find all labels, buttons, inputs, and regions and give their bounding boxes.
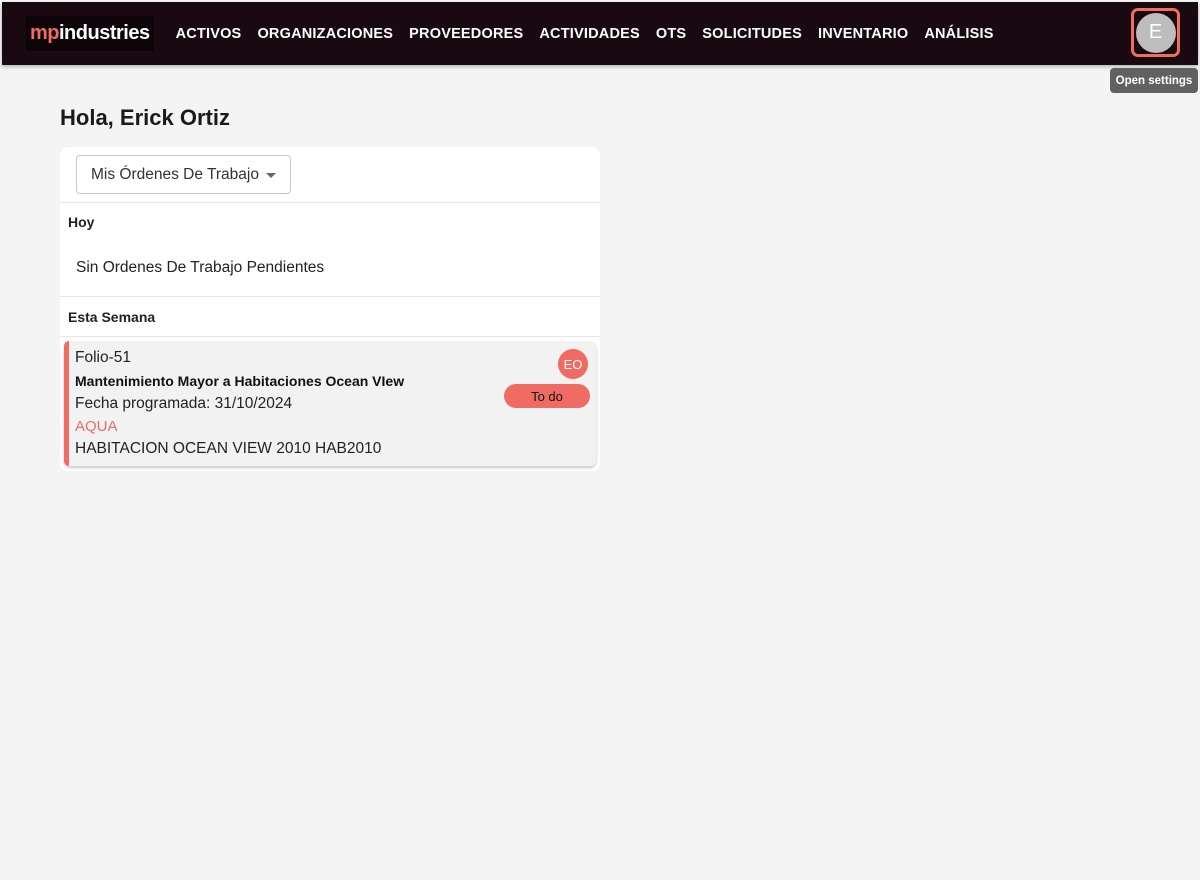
select-value: Mis Órdenes De Trabajo bbox=[91, 165, 259, 183]
caret-down-icon bbox=[266, 173, 276, 178]
work-order-scheduled-date: Fecha programada: 31/10/2024 bbox=[75, 395, 293, 412]
section-title-week: Esta Semana bbox=[68, 309, 156, 325]
status-badge: To do bbox=[504, 384, 590, 408]
work-order-filter-select[interactable]: Mis Órdenes De Trabajo bbox=[76, 155, 291, 194]
assignee-avatar: EO bbox=[558, 349, 588, 379]
work-order-title: Mantenimiento Mayor a Habitaciones Ocean… bbox=[75, 373, 405, 389]
nav-item-actividades[interactable]: ACTIVIDADES bbox=[539, 26, 640, 42]
top-app-bar: mp industries ACTIVOS ORGANIZACIONES PROV… bbox=[2, 2, 1198, 65]
main-nav: ACTIVOS ORGANIZACIONES PROVEEDORES ACTIV… bbox=[176, 26, 1010, 42]
nav-item-ots[interactable]: OTS bbox=[656, 26, 686, 42]
divider bbox=[60, 296, 600, 297]
divider bbox=[60, 336, 600, 337]
settings-tooltip: Open settings bbox=[1110, 68, 1198, 93]
nav-item-activos[interactable]: ACTIVOS bbox=[176, 26, 242, 42]
section-title-today: Hoy bbox=[68, 214, 95, 230]
nav-item-analisis[interactable]: ANÁLISIS bbox=[924, 26, 993, 42]
mpindustries-logo[interactable]: mp industries bbox=[26, 16, 154, 51]
work-order-folio: Folio-51 bbox=[75, 349, 131, 366]
work-order-location: AQUA bbox=[75, 418, 118, 435]
logo-text-industries: industries bbox=[59, 22, 150, 44]
nav-item-solicitudes[interactable]: SOLICITUDES bbox=[702, 26, 802, 42]
work-order-asset: HABITACION OCEAN VIEW 2010 HAB2010 bbox=[75, 440, 382, 457]
page-greeting: Hola, Erick Ortiz bbox=[60, 105, 230, 130]
card-accent-bar bbox=[64, 341, 69, 466]
divider bbox=[60, 202, 600, 203]
settings-avatar-button[interactable]: E bbox=[1131, 8, 1180, 57]
logo-text-mp: mp bbox=[30, 22, 60, 44]
empty-today-message: Sin Ordenes De Trabajo Pendientes bbox=[76, 259, 325, 276]
nav-item-organizaciones[interactable]: ORGANIZACIONES bbox=[257, 26, 393, 42]
nav-item-inventario[interactable]: INVENTARIO bbox=[818, 26, 908, 42]
work-order-card[interactable]: Folio-51 Mantenimiento Mayor a Habitacio… bbox=[64, 341, 596, 466]
avatar: E bbox=[1135, 12, 1176, 53]
work-orders-panel: Mis Órdenes De Trabajo Hoy Sin Ordenes D… bbox=[60, 147, 600, 471]
nav-item-proveedores[interactable]: PROVEEDORES bbox=[409, 26, 523, 42]
